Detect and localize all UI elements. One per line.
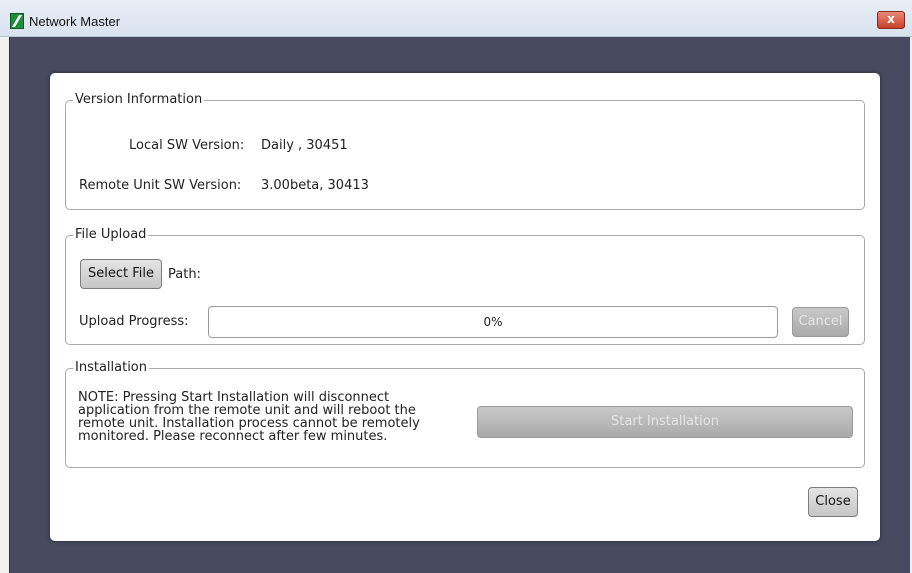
local-sw-version-label: Local SW Version: [129,138,245,153]
start-installation-button[interactable]: Start Installation [477,406,853,438]
upload-progress-label: Upload Progress: [79,314,189,329]
window-title: Network Master [29,14,121,29]
cancel-upload-button[interactable]: Cancel [792,307,849,337]
window-titlebar: Network Master x [0,0,912,37]
installation-note: NOTE: Pressing Start Installation will d… [78,390,420,444]
upload-progress-text: 0% [483,315,503,329]
version-information-group: Version Information Local SW Version: Da… [65,92,865,210]
file-upload-legend: File Upload [73,227,149,243]
version-information-legend: Version Information [73,92,205,108]
window-close-icon[interactable]: x [877,11,905,29]
installation-group: Installation NOTE: Pressing Start Instal… [65,360,865,468]
upload-progress-bar: 0% [208,306,778,338]
remote-sw-version-value: 3.00beta, 30413 [261,178,369,193]
app-logo-icon [10,13,24,29]
upgrade-dialog: Version Information Local SW Version: Da… [50,73,880,541]
local-sw-version-value: Daily , 30451 [261,138,348,153]
path-label: Path: [168,267,201,282]
close-button[interactable]: Close [808,487,858,517]
installation-legend: Installation [73,360,150,376]
select-file-button[interactable]: Select File [80,259,162,289]
remote-sw-version-label: Remote Unit SW Version: [79,178,242,193]
file-upload-group: File Upload Select File Path: Upload Pro… [65,227,865,345]
